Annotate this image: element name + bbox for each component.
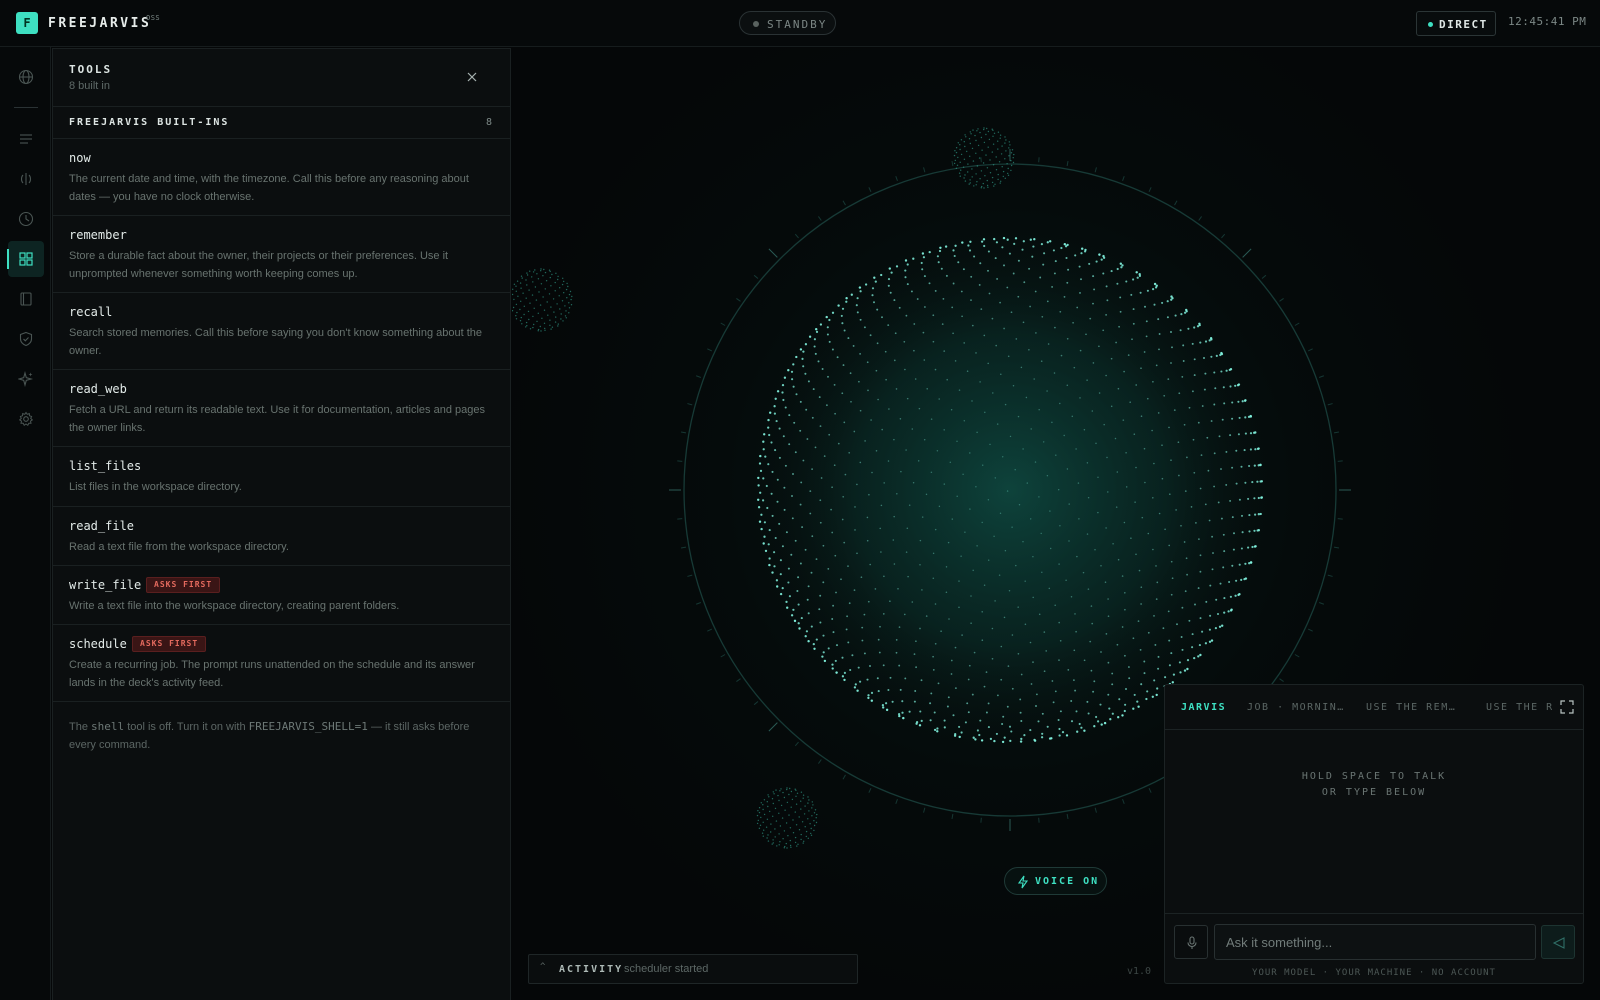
bolt-icon xyxy=(1017,875,1029,889)
tool-name: read_file xyxy=(69,519,135,533)
mode-label: DIRECT xyxy=(1439,18,1488,31)
expand-icon[interactable] xyxy=(1560,700,1574,714)
list-icon xyxy=(20,134,32,144)
asks-first-badge: ASKS FIRST xyxy=(146,577,221,593)
privacy-note: YOUR MODEL · YOUR MACHINE · NO ACCOUNT xyxy=(1252,968,1496,978)
tool-item-list-files[interactable]: list_files List files in the workspace d… xyxy=(53,447,510,507)
app-logo: F xyxy=(16,12,38,34)
orb-glow xyxy=(750,230,1270,750)
book-icon xyxy=(20,292,32,306)
tools-panel-title: TOOLS xyxy=(69,63,113,76)
tools-panel-subtitle: 8 built in xyxy=(69,80,110,92)
shell-note-text: The xyxy=(69,721,92,733)
tool-description: Store a durable fact about the owner, th… xyxy=(69,250,449,280)
gear-icon xyxy=(18,411,34,427)
chevron-up-icon: ^ xyxy=(540,962,546,972)
tool-item-remember[interactable]: remember Store a durable fact about the … xyxy=(53,216,510,293)
shield-icon xyxy=(19,331,33,347)
nav-security[interactable] xyxy=(8,321,44,357)
app-title: FREEJARVIS xyxy=(48,16,152,31)
tool-description: Create a recurring job. The prompt runs … xyxy=(69,659,475,689)
status-label: STANDBY xyxy=(767,18,828,31)
tool-description: Write a text file into the workspace dir… xyxy=(69,600,400,612)
asks-first-badge: ASKS FIRST xyxy=(132,636,207,652)
skills-icon xyxy=(20,173,32,185)
nav-history[interactable] xyxy=(8,201,44,237)
tool-name: recall xyxy=(69,305,113,319)
tool-description: Search stored memories. Call this before… xyxy=(69,327,482,357)
clock: 12:45:41 PM xyxy=(1508,15,1587,28)
grid-icon xyxy=(19,252,33,266)
shell-tool-note: The shell tool is off. Turn it on with F… xyxy=(69,719,494,754)
app-edition-label: OSS xyxy=(146,14,161,22)
tools-panel-header: TOOLS 8 built in xyxy=(53,49,510,107)
nav-notes[interactable] xyxy=(8,281,44,317)
mode-dot-icon xyxy=(1428,22,1433,27)
send-button[interactable] xyxy=(1541,925,1575,959)
tool-group-title: FREEJARVIS BUILT-INS xyxy=(69,117,230,128)
status-dot-icon xyxy=(753,21,759,27)
tool-name: read_web xyxy=(69,382,127,396)
tool-description: Fetch a URL and return its readable text… xyxy=(69,404,485,434)
voice-toggle[interactable]: VOICE ON xyxy=(1004,867,1107,895)
chat-input[interactable] xyxy=(1214,924,1536,960)
globe-icon xyxy=(18,69,34,85)
tool-group-count: 8 xyxy=(486,117,493,128)
chat-tabs: JARVIS JOB · MORNIN… USE THE REM… USE TH… xyxy=(1165,685,1583,730)
tab-use-the-r[interactable]: USE THE R xyxy=(1486,702,1554,713)
hint-line: HOLD SPACE TO TALK xyxy=(1301,771,1447,782)
mic-button[interactable] xyxy=(1174,925,1208,959)
version-label: v1.0 xyxy=(1127,966,1152,977)
voice-toggle-label: VOICE ON xyxy=(1035,876,1100,887)
chat-empty-hint: HOLD SPACE TO TALK OR TYPE BELOW xyxy=(1165,769,1583,801)
sparkle-icon xyxy=(18,371,34,387)
tool-item-schedule[interactable]: schedule ASKS FIRST Create a recurring j… xyxy=(53,625,510,702)
tab-job-morning[interactable]: JOB · MORNIN… xyxy=(1247,702,1345,713)
nav-globe[interactable] xyxy=(8,59,44,95)
nav-list[interactable] xyxy=(8,121,44,157)
tab-jarvis[interactable]: JARVIS xyxy=(1181,702,1226,713)
chat-composer: YOUR MODEL · YOUR MACHINE · NO ACCOUNT xyxy=(1165,913,1583,983)
nav-rail xyxy=(0,47,51,1000)
tool-item-recall[interactable]: recall Search stored memories. Call this… xyxy=(53,293,510,370)
microphone-icon xyxy=(1187,936,1197,949)
nav-tools[interactable] xyxy=(7,241,44,277)
tool-name: remember xyxy=(69,228,127,242)
mode-button[interactable]: DIRECT xyxy=(1416,11,1496,36)
nav-divider xyxy=(14,107,38,108)
chat-panel: JARVIS JOB · MORNIN… USE THE REM… USE TH… xyxy=(1164,684,1584,984)
tool-item-now[interactable]: now The current date and time, with the … xyxy=(53,139,510,216)
activity-bar[interactable]: ^ ACTIVITY scheduler started xyxy=(528,954,858,984)
nav-skills-ai[interactable] xyxy=(8,361,44,397)
nav-skills[interactable] xyxy=(8,161,44,197)
status-pill: STANDBY xyxy=(739,11,836,35)
shell-code: shell xyxy=(91,720,125,733)
tool-item-read-file[interactable]: read_file Read a text file from the work… xyxy=(53,507,510,566)
close-icon[interactable] xyxy=(464,69,480,85)
tool-group-header[interactable]: FREEJARVIS BUILT-INS 8 xyxy=(53,107,510,139)
tool-item-read-web[interactable]: read_web Fetch a URL and return its read… xyxy=(53,370,510,447)
nav-settings[interactable] xyxy=(8,401,44,437)
shell-env-var: FREEJARVIS_SHELL=1 xyxy=(248,720,368,733)
tool-item-write-file[interactable]: write_file ASKS FIRST Write a text file … xyxy=(53,566,510,625)
send-icon xyxy=(1552,937,1565,949)
tool-name: list_files xyxy=(69,459,142,473)
tool-name: write_file xyxy=(69,578,142,592)
activity-message: scheduler started xyxy=(624,963,709,975)
top-bar: F FREEJARVIS OSS STANDBY DIRECT 12:45:41… xyxy=(0,0,1600,47)
tool-name: now xyxy=(69,151,91,165)
tool-description: List files in the workspace directory. xyxy=(69,481,242,493)
activity-label: ACTIVITY xyxy=(559,964,624,975)
clock-icon xyxy=(18,211,34,227)
shell-note-text: tool is off. Turn it on with xyxy=(124,721,249,733)
tool-description: Read a text file from the workspace dire… xyxy=(69,541,289,553)
hint-line: OR TYPE BELOW xyxy=(1321,787,1427,798)
tools-panel: TOOLS 8 built in FREEJARVIS BUILT-INS 8 … xyxy=(52,48,511,1000)
tool-description: The current date and time, with the time… xyxy=(69,173,469,203)
tool-name: schedule xyxy=(69,637,127,651)
tab-use-the-rem[interactable]: USE THE REM… xyxy=(1366,702,1456,713)
